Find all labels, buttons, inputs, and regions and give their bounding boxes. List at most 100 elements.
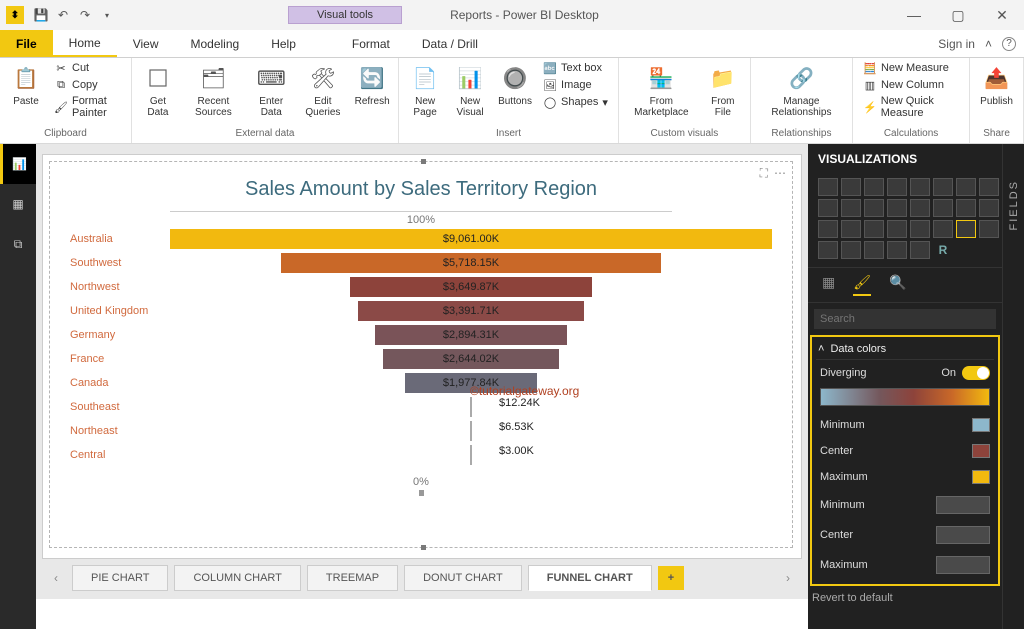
viz-type-icon[interactable] xyxy=(887,241,907,259)
viz-type-icon[interactable] xyxy=(956,178,976,196)
viz-type-icon[interactable] xyxy=(956,199,976,217)
qat-save-icon[interactable]: 💾 xyxy=(30,4,52,26)
close-button[interactable]: ✕ xyxy=(980,0,1024,30)
viz-type-icon[interactable] xyxy=(887,220,907,238)
funnel-row[interactable]: United Kingdom$3,391.71K xyxy=(70,300,772,322)
funnel-row[interactable]: Canada$1,977.84K xyxy=(70,372,772,394)
viz-r-icon[interactable]: R xyxy=(933,241,953,259)
focus-mode-icon[interactable]: ⛶ xyxy=(760,166,768,181)
tab-home[interactable]: Home xyxy=(53,30,117,57)
new-visual-button[interactable]: 📊New Visual xyxy=(449,60,491,120)
image-button[interactable]: 🖼Image xyxy=(539,77,612,93)
fields-panel-collapsed[interactable]: FIELDS xyxy=(1002,144,1024,629)
funnel-bar[interactable] xyxy=(470,445,472,465)
viz-type-icon[interactable] xyxy=(841,178,861,196)
format-pane-icon[interactable]: 🖌 xyxy=(853,274,871,296)
revert-to-default[interactable]: Revert to default xyxy=(808,588,1024,608)
minimum-value-input[interactable] xyxy=(936,496,990,514)
page-tab-column[interactable]: COLUMN CHART xyxy=(174,565,300,591)
page-tab-treemap[interactable]: TREEMAP xyxy=(307,565,398,591)
viz-type-icon[interactable] xyxy=(841,220,861,238)
new-page-button[interactable]: 📄New Page xyxy=(405,60,445,120)
viz-type-icon[interactable] xyxy=(933,220,953,238)
viz-type-icon[interactable] xyxy=(933,178,953,196)
manage-relationships-button[interactable]: 🔗Manage Relationships xyxy=(757,60,846,120)
page-tab-pie[interactable]: PIE CHART xyxy=(72,565,168,591)
funnel-bar[interactable]: $2,894.31K xyxy=(375,325,567,345)
format-painter-button[interactable]: 🖌Format Painter xyxy=(50,94,125,120)
page-add-button[interactable]: + xyxy=(658,566,684,590)
visual-options-icon[interactable]: ⋯ xyxy=(774,166,786,181)
viz-type-icon[interactable] xyxy=(979,220,999,238)
from-marketplace-button[interactable]: 🏪From Marketplace xyxy=(625,60,698,120)
viz-type-icon[interactable] xyxy=(818,199,838,217)
tab-modeling[interactable]: Modeling xyxy=(174,30,255,57)
center-value-input[interactable] xyxy=(936,526,990,544)
funnel-row[interactable]: Germany$2,894.31K xyxy=(70,324,772,346)
funnel-row[interactable]: Australia$9,061.00K xyxy=(70,228,772,250)
funnel-row[interactable]: Central$3.00K xyxy=(70,444,772,466)
viz-type-icon[interactable] xyxy=(818,178,838,196)
copy-button[interactable]: ⧉Copy xyxy=(50,77,125,93)
funnel-bar[interactable]: $2,644.02K xyxy=(383,349,559,369)
funnel-row[interactable]: Southeast$12.24K xyxy=(70,396,772,418)
viz-type-icon[interactable] xyxy=(887,178,907,196)
tab-format[interactable]: Format xyxy=(336,30,406,57)
edit-queries-button[interactable]: 🛠Edit Queries xyxy=(298,60,348,120)
viz-type-icon[interactable] xyxy=(864,199,884,217)
viz-type-icon[interactable] xyxy=(910,199,930,217)
textbox-button[interactable]: 🔤Text box xyxy=(539,60,612,76)
quick-measure-button[interactable]: ⚡New Quick Measure xyxy=(859,94,963,120)
minimize-button[interactable]: — xyxy=(892,0,936,30)
viz-type-icon[interactable] xyxy=(841,199,861,217)
analytics-pane-icon[interactable]: 🔍 xyxy=(889,274,906,296)
funnel-bar[interactable]: $3,649.87K xyxy=(350,277,593,297)
funnel-bar[interactable] xyxy=(470,397,472,417)
viz-type-icon[interactable] xyxy=(887,199,907,217)
funnel-row[interactable]: Northwest$3,649.87K xyxy=(70,276,772,298)
viz-type-icon[interactable] xyxy=(818,241,838,259)
tab-view[interactable]: View xyxy=(117,30,175,57)
viz-type-icon[interactable] xyxy=(864,220,884,238)
viz-type-icon[interactable] xyxy=(979,199,999,217)
viz-type-icon[interactable] xyxy=(910,241,930,259)
viz-type-icon[interactable] xyxy=(933,199,953,217)
maximum-value-input[interactable] xyxy=(936,556,990,574)
viz-type-icon[interactable] xyxy=(910,178,930,196)
from-file-button[interactable]: 📁From File xyxy=(702,60,744,120)
funnel-bar[interactable]: $5,718.15K xyxy=(281,253,661,273)
maximum-color-swatch[interactable] xyxy=(972,470,990,484)
diverging-toggle[interactable] xyxy=(962,366,990,380)
format-search-input[interactable] xyxy=(814,309,996,329)
funnel-row[interactable]: France$2,644.02K xyxy=(70,348,772,370)
page-prev-icon[interactable]: ‹ xyxy=(46,571,66,585)
page-next-icon[interactable]: › xyxy=(778,571,798,585)
paste-button[interactable]: 📋Paste xyxy=(6,60,46,109)
model-view-icon[interactable]: ⧉ xyxy=(0,224,36,264)
funnel-row[interactable]: Northeast$6.53K xyxy=(70,420,772,442)
publish-button[interactable]: 📤Publish xyxy=(976,60,1017,109)
enter-data-button[interactable]: ⌨Enter Data xyxy=(249,60,294,120)
viz-type-icon[interactable] xyxy=(818,220,838,238)
viz-type-icon[interactable] xyxy=(864,241,884,259)
tab-datadrill[interactable]: Data / Drill xyxy=(406,30,494,57)
minimum-color-swatch[interactable] xyxy=(972,418,990,432)
tab-file[interactable]: File xyxy=(0,30,53,57)
viz-type-icon[interactable] xyxy=(841,241,861,259)
viz-type-icon[interactable] xyxy=(864,178,884,196)
page-tab-donut[interactable]: DONUT CHART xyxy=(404,565,522,591)
funnel-bar[interactable]: $9,061.00K xyxy=(170,229,772,249)
data-colors-header[interactable]: ˄Data colors xyxy=(816,339,994,360)
help-icon[interactable]: ? xyxy=(1002,37,1016,51)
collapse-ribbon-icon[interactable]: ˄ xyxy=(985,37,992,51)
maximize-button[interactable]: ▢ xyxy=(936,0,980,30)
viz-type-icon[interactable] xyxy=(910,220,930,238)
tab-help[interactable]: Help xyxy=(255,30,312,57)
page-tab-funnel[interactable]: FUNNEL CHART xyxy=(528,565,652,591)
funnel-bar[interactable]: $3,391.71K xyxy=(358,301,583,321)
viz-type-icon[interactable] xyxy=(956,220,976,238)
fields-pane-icon[interactable]: ▦ xyxy=(822,274,835,296)
new-measure-button[interactable]: 🧮New Measure xyxy=(859,60,963,76)
report-page[interactable]: ⛶ ⋯ Sales Amount by Sales Territory Regi… xyxy=(42,154,802,559)
qat-customize-icon[interactable]: ▾ xyxy=(96,4,118,26)
